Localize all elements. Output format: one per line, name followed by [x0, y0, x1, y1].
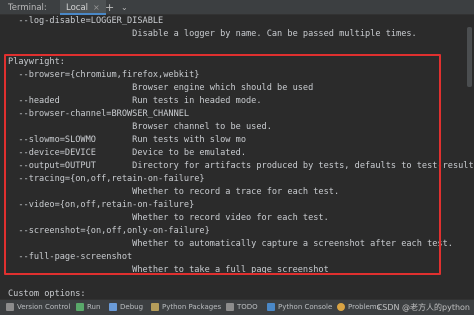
- tab-local[interactable]: Local ×: [60, 0, 106, 15]
- scrollbar-thumb[interactable]: [467, 27, 472, 87]
- terminal-line: --log-disable=LOGGER_DISABLE: [8, 16, 164, 26]
- run-icon: [76, 303, 84, 311]
- problems-label: Problems: [348, 303, 381, 311]
- packages-icon: [151, 303, 159, 311]
- highlight-box: [4, 54, 441, 275]
- run-label: Run: [87, 303, 101, 311]
- terminal-title: Terminal:: [8, 3, 47, 13]
- python-icon: [267, 303, 275, 311]
- add-tab-button[interactable]: +: [105, 1, 114, 14]
- problems-icon: [337, 303, 345, 311]
- version-control-label: Version Control: [17, 303, 71, 311]
- debug-tab[interactable]: Debug: [109, 303, 143, 311]
- close-icon[interactable]: ×: [93, 3, 100, 12]
- python-packages-label: Python Packages: [162, 303, 222, 311]
- terminal-line: Disable a logger by name. Can be passed …: [8, 29, 417, 39]
- terminal-tab-bar: Terminal: Local × + ⌄: [0, 0, 474, 15]
- python-console-tab[interactable]: Python Console: [267, 303, 332, 311]
- todo-tab[interactable]: TODO: [226, 303, 258, 311]
- bug-icon: [109, 303, 117, 311]
- tool-window-bar: Version Control Run Debug Python Package…: [0, 299, 474, 315]
- python-console-label: Python Console: [278, 303, 333, 311]
- watermark: CSDN @老方人的python: [376, 303, 470, 312]
- problems-tab[interactable]: Problems: [337, 303, 380, 311]
- branch-icon: [6, 303, 14, 311]
- version-control-tab[interactable]: Version Control: [6, 303, 70, 311]
- todo-icon: [226, 303, 234, 311]
- terminal-line: Custom options:: [8, 289, 86, 299]
- run-tab[interactable]: Run: [76, 303, 100, 311]
- todo-label: TODO: [237, 303, 258, 311]
- python-packages-tab[interactable]: Python Packages: [151, 303, 221, 311]
- tab-local-label: Local: [66, 3, 89, 13]
- debug-label: Debug: [120, 303, 144, 311]
- terminal-output[interactable]: --log-disable=LOGGER_DISABLE Disable a l…: [0, 15, 474, 299]
- chevron-down-icon[interactable]: ⌄: [121, 3, 128, 12]
